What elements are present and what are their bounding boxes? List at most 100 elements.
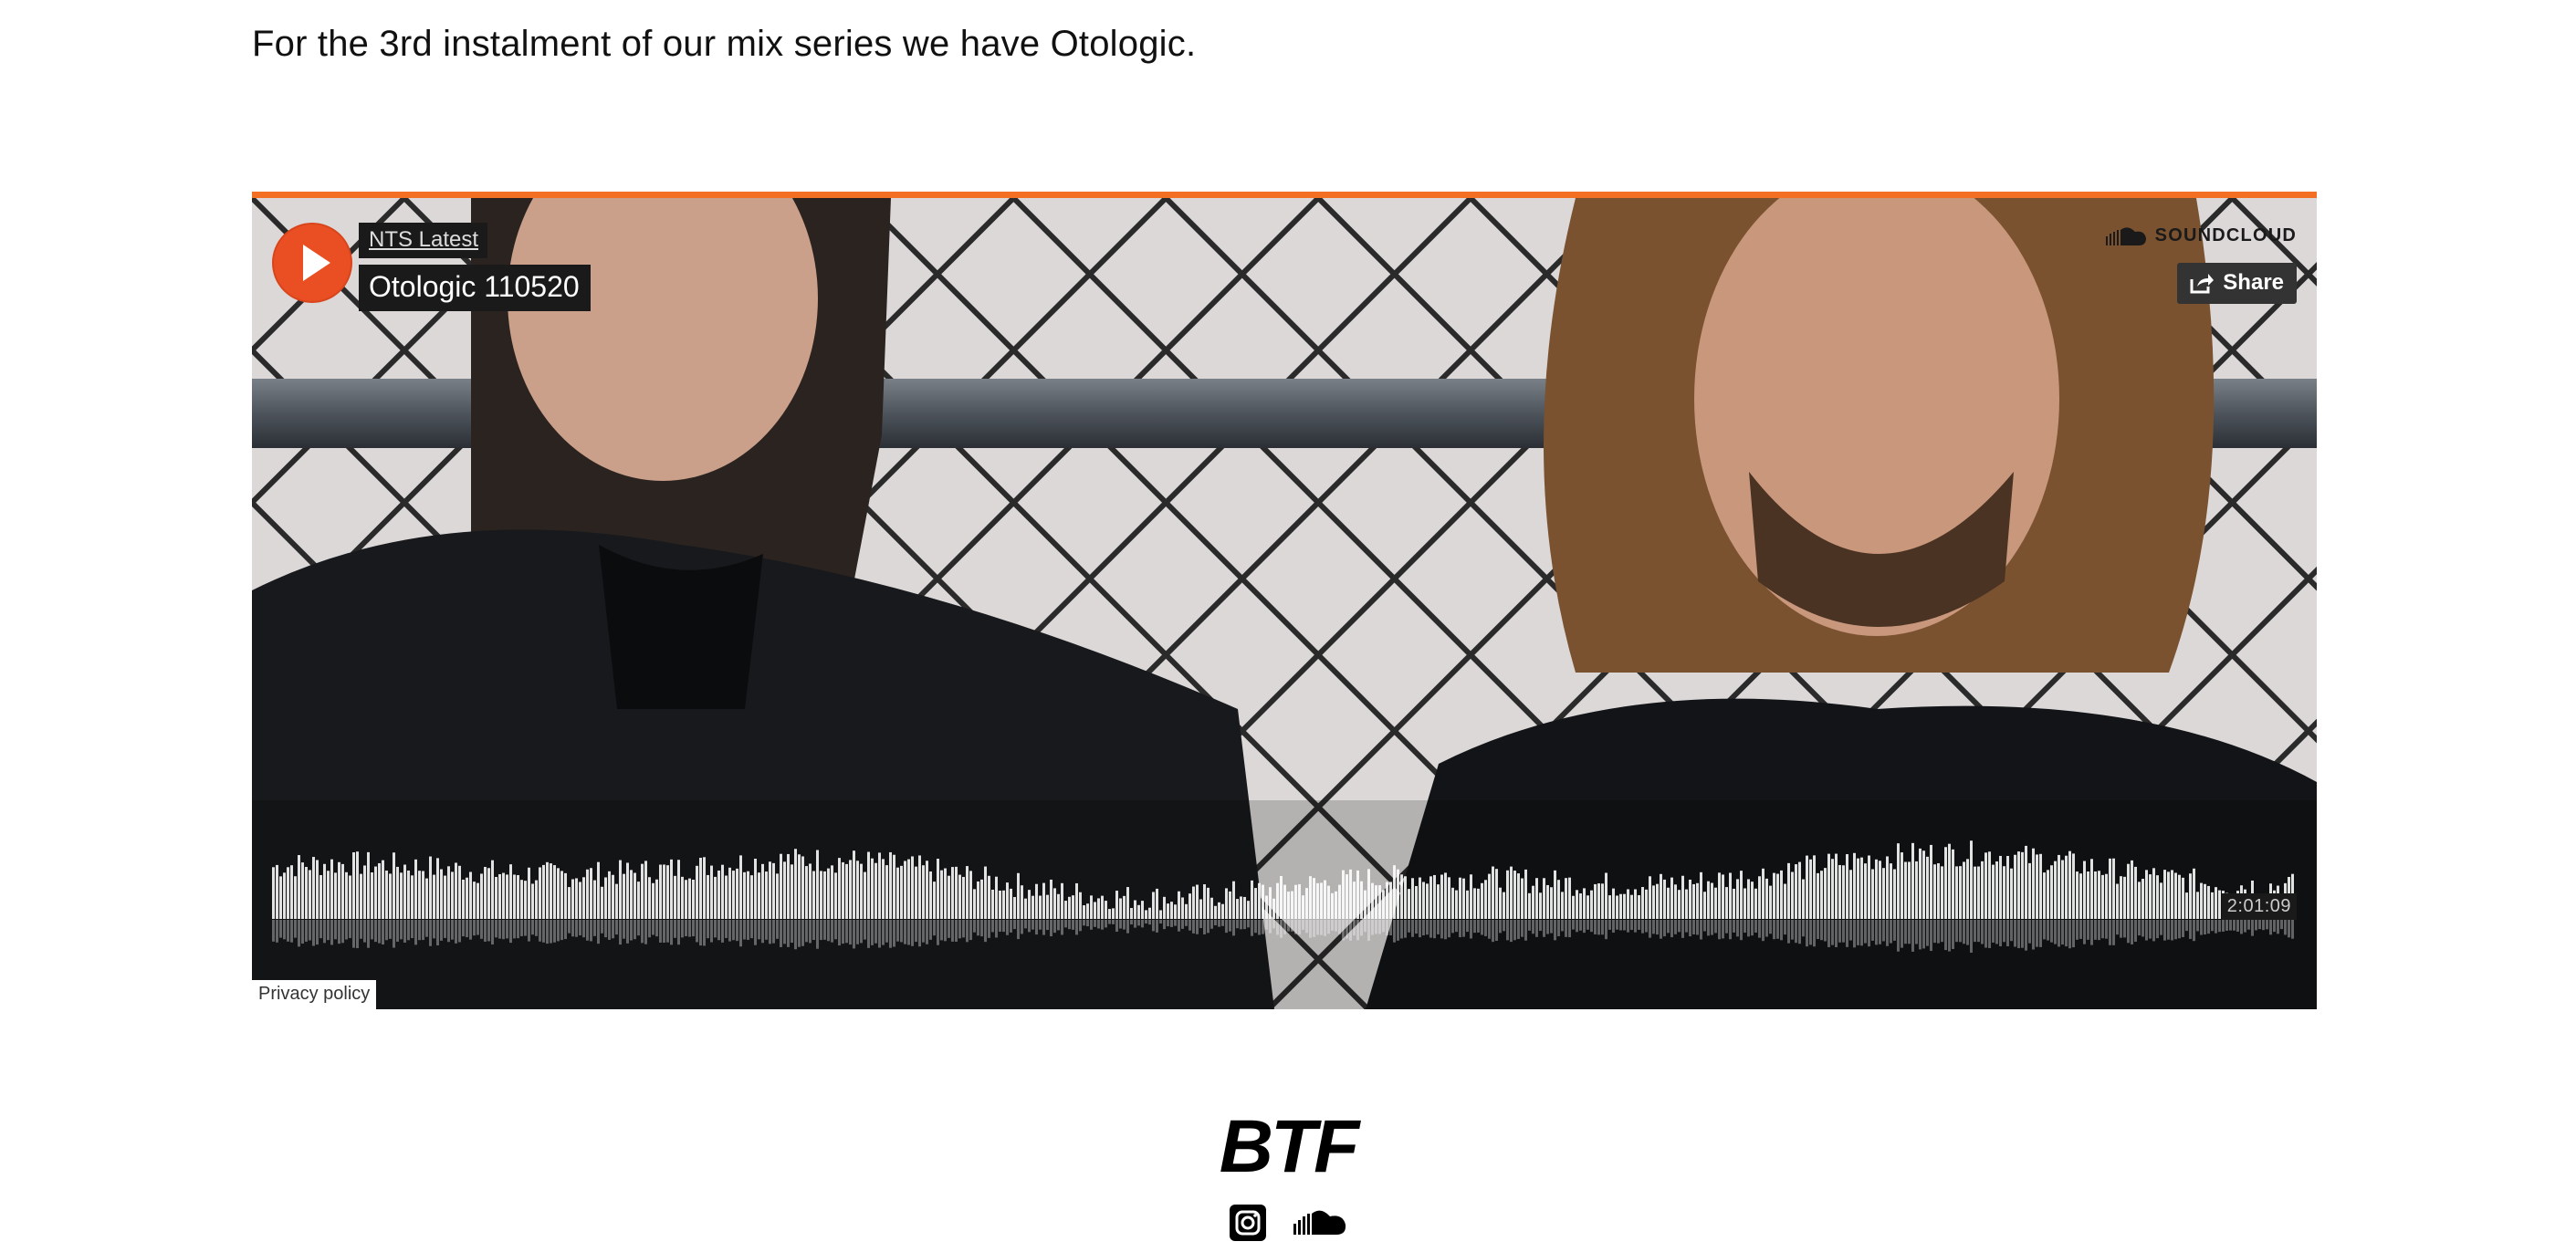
waveform-bar bbox=[418, 871, 421, 919]
waveform-reflection-bar bbox=[1229, 920, 1231, 932]
waveform-bar bbox=[995, 876, 998, 919]
waveform-reflection-bar bbox=[1645, 920, 1648, 933]
waveform-bar bbox=[1827, 853, 1830, 919]
waveform-bar bbox=[831, 865, 833, 919]
waveform-bar bbox=[1411, 878, 1414, 919]
waveform-reflection-bar bbox=[1178, 920, 1180, 932]
waveform-reflection-bar bbox=[1283, 920, 1286, 934]
waveform-bar bbox=[1539, 892, 1542, 919]
waveform-reflection-bar bbox=[1068, 920, 1071, 930]
soundcloud-link[interactable] bbox=[1293, 1209, 1346, 1241]
waveform-reflection-bar bbox=[1389, 920, 1392, 936]
waveform-reflection-bar bbox=[794, 920, 797, 950]
waveform-bar bbox=[1627, 889, 1629, 919]
waveform-reflection-bar bbox=[1148, 920, 1151, 925]
uploader-link[interactable]: NTS Latest bbox=[359, 223, 488, 258]
soundcloud-logo[interactable]: SOUNDCLOUD bbox=[2105, 225, 2297, 246]
waveform-reflection-bar bbox=[1236, 920, 1239, 929]
waveform-reflection-bar bbox=[2003, 920, 2005, 943]
waveform-reflection-bar bbox=[619, 920, 622, 945]
waveform-bar bbox=[1141, 901, 1144, 919]
waveform-reflection-bar bbox=[2280, 920, 2283, 930]
waveform-reflection-bar bbox=[396, 920, 399, 942]
waveform-bar bbox=[2204, 883, 2206, 919]
waveform-reflection-bar bbox=[476, 920, 479, 935]
waveform-reflection-bar bbox=[1258, 920, 1261, 935]
waveform-bar bbox=[2010, 868, 2013, 919]
soundcloud-icon bbox=[1293, 1210, 1346, 1235]
waveform-bar bbox=[1386, 882, 1388, 919]
waveform-bar bbox=[575, 878, 578, 919]
waveform-bar bbox=[929, 871, 932, 919]
waveform-bar bbox=[1984, 852, 1987, 919]
waveform-bar bbox=[1736, 879, 1739, 919]
waveform-bar bbox=[1269, 887, 1272, 919]
waveform-reflection-bar bbox=[425, 920, 428, 937]
waveform-bar bbox=[1911, 842, 1914, 919]
waveform-bar bbox=[2200, 882, 2203, 919]
waveform-reflection-bar bbox=[2014, 920, 2016, 947]
waveform-bar bbox=[1981, 861, 1984, 919]
waveform-reflection-bar bbox=[805, 920, 808, 943]
waveform-bar bbox=[1557, 880, 1560, 919]
waveform-reflection-bar bbox=[1404, 920, 1407, 938]
waveform-reflection-bar bbox=[455, 920, 457, 944]
waveform-bar bbox=[1331, 892, 1334, 919]
waveform-reflection-bar bbox=[294, 920, 297, 938]
waveform-bar bbox=[276, 864, 278, 919]
waveform-reflection-bar bbox=[601, 920, 603, 934]
waveform-reflection-bar bbox=[1422, 920, 1425, 936]
waveform-bar bbox=[1433, 874, 1436, 919]
privacy-policy-link[interactable]: Privacy policy bbox=[252, 980, 377, 1009]
waveform-bar bbox=[1035, 883, 1038, 919]
waveform-bar bbox=[1097, 898, 1100, 919]
waveform-reflection-bar bbox=[1765, 920, 1768, 937]
waveform-bar bbox=[1846, 854, 1848, 919]
waveform-bar bbox=[1685, 889, 1688, 919]
waveform-bar bbox=[1922, 850, 1925, 919]
waveform-reflection-bar bbox=[287, 920, 289, 942]
waveform-bar bbox=[619, 860, 622, 919]
waveform-bar bbox=[1641, 887, 1644, 919]
waveform-reflection-bar bbox=[1831, 920, 1834, 945]
waveform-bar bbox=[360, 873, 362, 919]
waveform-reflection-bar bbox=[2266, 920, 2268, 930]
waveform-bar bbox=[542, 864, 545, 919]
waveform[interactable] bbox=[272, 828, 2297, 965]
waveform-reflection-bar bbox=[644, 920, 647, 944]
waveform-bar bbox=[2178, 874, 2181, 919]
waveform-bar bbox=[977, 881, 979, 919]
waveform-bar bbox=[1630, 894, 1633, 919]
waveform-reflection-bar bbox=[1864, 920, 1867, 944]
waveform-bar bbox=[1926, 856, 1929, 919]
waveform-reflection-bar bbox=[1086, 920, 1089, 927]
waveform-bar bbox=[2145, 870, 2148, 919]
waveform-bar bbox=[1356, 870, 1359, 919]
waveform-reflection-bar bbox=[484, 920, 487, 942]
waveform-bar bbox=[396, 866, 399, 919]
btf-logo[interactable]: BTF bbox=[0, 1110, 2576, 1184]
waveform-bar bbox=[1156, 888, 1158, 919]
waveform-bar bbox=[349, 875, 351, 919]
instagram-link[interactable] bbox=[1230, 1205, 1266, 1246]
waveform-reflection-bar bbox=[2025, 920, 2027, 951]
waveform-bar bbox=[743, 871, 746, 919]
waveform-reflection-bar bbox=[582, 920, 585, 938]
waveform-bar bbox=[1010, 888, 1012, 919]
waveform-reflection-bar bbox=[597, 920, 600, 944]
waveform-bar bbox=[356, 851, 359, 919]
waveform-reflection-bar bbox=[491, 920, 494, 945]
waveform-reflection-bar bbox=[1791, 920, 1794, 940]
share-button[interactable]: Share bbox=[2177, 263, 2297, 304]
soundcloud-player[interactable]: NTS Latest Otologic 110520 SOUNDCLOUD Sh… bbox=[252, 192, 2317, 1009]
waveform-reflection-bar bbox=[995, 920, 998, 938]
waveform-reflection-bar bbox=[856, 920, 859, 944]
waveform-bar bbox=[1649, 876, 1651, 919]
waveform-bar bbox=[787, 853, 790, 919]
track-title[interactable]: Otologic 110520 bbox=[359, 265, 591, 311]
waveform-bar bbox=[988, 875, 990, 919]
play-button[interactable] bbox=[272, 223, 352, 303]
waveform-bar bbox=[794, 849, 797, 919]
waveform-reflection-bar bbox=[1616, 920, 1618, 930]
waveform-bar bbox=[1214, 905, 1217, 919]
